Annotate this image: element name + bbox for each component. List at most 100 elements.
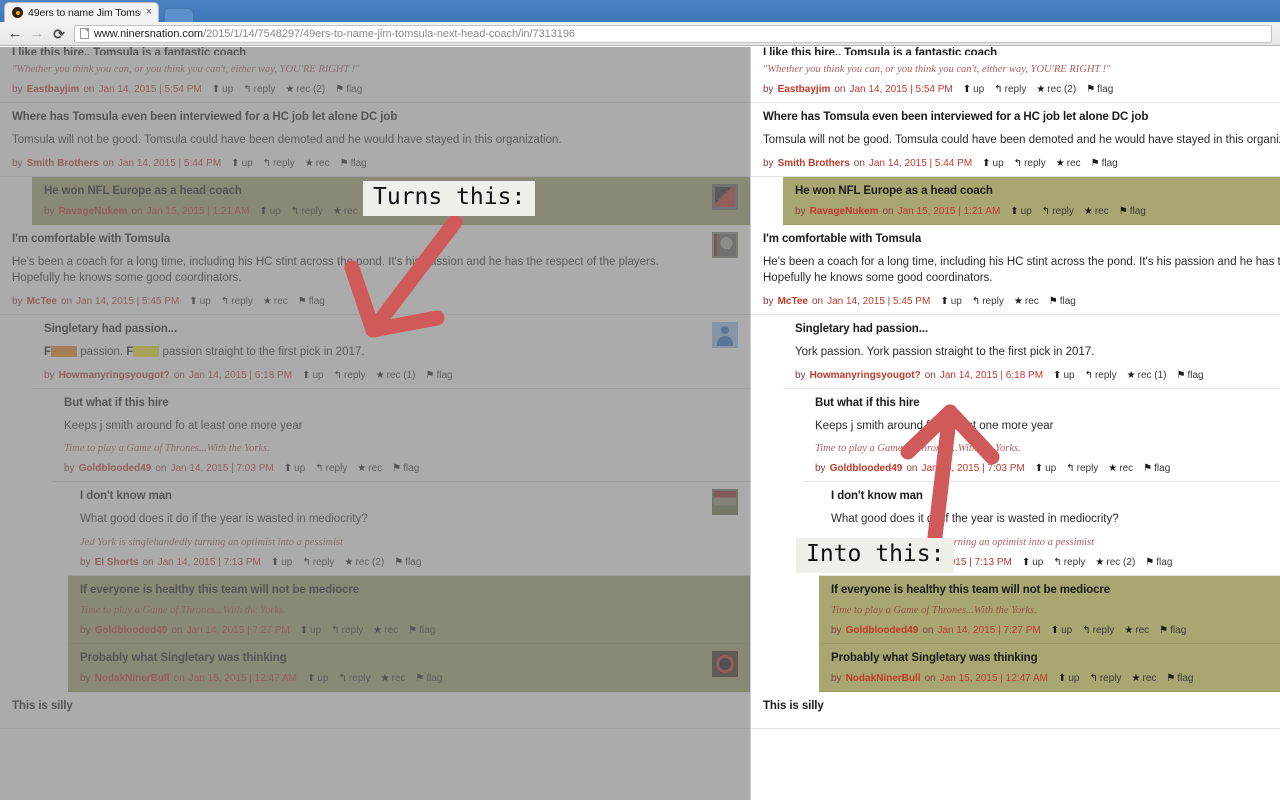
- comment-author[interactable]: Goldblooded49: [95, 625, 168, 636]
- comment[interactable]: I don't know man What good does it do if …: [819, 482, 1280, 577]
- reply-action[interactable]: ↰ reply: [994, 84, 1026, 95]
- upvote-action[interactable]: ⬆ up: [1053, 370, 1075, 381]
- flag-action[interactable]: ⚑ flag: [1119, 206, 1146, 217]
- comment[interactable]: He won NFL Europe as a head coach by Rava…: [783, 176, 1280, 225]
- upvote-action[interactable]: ⬆ up: [189, 296, 211, 307]
- comment-timestamp[interactable]: Jan 14, 2015 | 5:45 PM: [827, 296, 930, 307]
- comment[interactable]: Singletary had passion... F passion. F pa…: [32, 315, 750, 389]
- rec-action[interactable]: ★ rec: [1108, 463, 1133, 474]
- comment-author[interactable]: Smith Brothers: [27, 158, 99, 169]
- forward-arrow-icon[interactable]: →: [28, 25, 46, 43]
- comment-title[interactable]: This is silly: [763, 700, 1280, 712]
- comment-author[interactable]: McTee: [27, 296, 57, 307]
- comment-author[interactable]: Smith Brothers: [778, 158, 850, 169]
- upvote-action[interactable]: ⬆ up: [284, 463, 306, 474]
- comment[interactable]: Where has Tomsula even been interviewed …: [751, 103, 1280, 177]
- flag-action[interactable]: ⚑ flag: [1166, 673, 1193, 684]
- flag-action[interactable]: ⚑ flag: [298, 296, 325, 307]
- comment-title[interactable]: He won NFL Europe as a head coach: [795, 185, 1280, 197]
- back-arrow-icon[interactable]: ←: [6, 25, 24, 43]
- upvote-action[interactable]: ⬆ up: [982, 158, 1004, 169]
- reply-action[interactable]: ↰ reply: [1085, 370, 1117, 381]
- flag-action[interactable]: ⚑ flag: [1145, 557, 1172, 568]
- flag-action[interactable]: ⚑ flag: [335, 84, 362, 95]
- rec-action[interactable]: ★ rec: [1132, 673, 1157, 684]
- upvote-action[interactable]: ⬆ up: [231, 158, 253, 169]
- comment[interactable]: I don't know man What good does it do if …: [68, 482, 750, 577]
- comment[interactable]: Singletary had passion... York passion. Y…: [783, 315, 1280, 389]
- flag-action[interactable]: ⚑ flag: [340, 158, 367, 169]
- reply-action[interactable]: ↰ reply: [338, 673, 370, 684]
- comment-timestamp[interactable]: Jan 15, 2015 | 1:21 AM: [898, 206, 1001, 217]
- comment[interactable]: I like this hire.. Tomsula is a fantasti…: [751, 47, 1280, 103]
- flag-action[interactable]: ⚑ flag: [1049, 296, 1076, 307]
- upvote-action[interactable]: ⬆ up: [300, 625, 322, 636]
- comment[interactable]: He won NFL Europe as a head coach by Rava…: [32, 176, 750, 225]
- comment-timestamp[interactable]: Jan 15, 2015 | 1:21 AM: [147, 206, 250, 217]
- rec-action[interactable]: ★ rec: [1084, 206, 1109, 217]
- comment-author[interactable]: Goldblooded49: [79, 463, 152, 474]
- upvote-action[interactable]: ⬆ up: [1058, 673, 1080, 684]
- rec-action[interactable]: ★ rec: [305, 158, 330, 169]
- rec-action[interactable]: ★ rec (1): [1127, 370, 1167, 381]
- comment-title[interactable]: I'm comfortable with Tomsula: [12, 233, 738, 245]
- comment-author[interactable]: El Shorts: [95, 557, 139, 568]
- comment-timestamp[interactable]: Jan 14, 2015 | 6:18 PM: [189, 370, 292, 381]
- reply-action[interactable]: ↰ reply: [334, 370, 366, 381]
- comment-timestamp[interactable]: Jan 14, 2015 | 6:18 PM: [940, 370, 1043, 381]
- rec-action[interactable]: ★ rec (2): [1036, 84, 1076, 95]
- rec-action[interactable]: ★ rec (1): [376, 370, 416, 381]
- reply-action[interactable]: ↰ reply: [331, 625, 363, 636]
- comment-timestamp[interactable]: Jan 14, 2015 | 7:27 PM: [937, 625, 1040, 636]
- rec-action[interactable]: ★ rec: [263, 296, 288, 307]
- comment-timestamp[interactable]: Jan 14, 2015 | 5:44 PM: [869, 158, 972, 169]
- comment-title[interactable]: Probably what Singletary was thinking: [831, 652, 1280, 664]
- reply-action[interactable]: ↰ reply: [1042, 206, 1074, 217]
- comment-timestamp[interactable]: Jan 14, 2015 | 7:13 PM: [909, 557, 1012, 568]
- rec-action[interactable]: ★ rec: [1056, 158, 1081, 169]
- comment-author[interactable]: RavageNukem: [59, 206, 128, 217]
- comment-timestamp[interactable]: Jan 14, 2015 | 7:03 PM: [170, 463, 273, 474]
- comment-author[interactable]: NodakNinerBull: [95, 673, 170, 684]
- upvote-action[interactable]: ⬆ up: [259, 206, 281, 217]
- upvote-action[interactable]: ⬆ up: [271, 557, 293, 568]
- flag-action[interactable]: ⚑ flag: [394, 557, 421, 568]
- rec-action[interactable]: ★ rec: [1014, 296, 1039, 307]
- comment[interactable]: If everyone is healthy this team will no…: [819, 576, 1280, 645]
- flag-action[interactable]: ⚑ flag: [1177, 370, 1204, 381]
- comment-timestamp[interactable]: Jan 14, 2015 | 7:13 PM: [158, 557, 261, 568]
- address-bar[interactable]: www.ninersnation.com/2015/1/14/7548297/4…: [74, 24, 1272, 43]
- browser-tab[interactable]: 49ers to name Jim Tomsul ×: [4, 2, 159, 22]
- comment-title[interactable]: Singletary had passion...: [44, 323, 738, 335]
- upvote-action[interactable]: ⬆ up: [963, 84, 985, 95]
- flag-action[interactable]: ⚑ flag: [408, 625, 435, 636]
- comment-author[interactable]: Goldblooded49: [846, 625, 919, 636]
- comment[interactable]: I like this hire.. Tomsula is a fantasti…: [0, 47, 750, 103]
- comment-title[interactable]: I don't know man: [80, 490, 738, 502]
- flag-action[interactable]: ⚑ flag: [1091, 158, 1118, 169]
- reply-action[interactable]: ↰ reply: [263, 158, 295, 169]
- flag-action[interactable]: ⚑ flag: [426, 370, 453, 381]
- new-tab-button[interactable]: [164, 8, 194, 22]
- reply-action[interactable]: ↰ reply: [1014, 158, 1046, 169]
- comment-author[interactable]: McTee: [778, 296, 808, 307]
- upvote-action[interactable]: ⬆ up: [940, 296, 962, 307]
- comment-title[interactable]: I'm comfortable with Tomsula: [763, 233, 1280, 245]
- upvote-action[interactable]: ⬆ up: [307, 673, 329, 684]
- comment[interactable]: I'm comfortable with Tomsula He's been a …: [0, 224, 750, 316]
- flag-action[interactable]: ⚑ flag: [1159, 625, 1186, 636]
- comment-timestamp[interactable]: Jan 15, 2015 | 12:47 AM: [940, 673, 1048, 684]
- comment[interactable]: If everyone is healthy this team will no…: [68, 576, 750, 645]
- comment-title[interactable]: Singletary had passion...: [795, 323, 1280, 335]
- comment-title[interactable]: If everyone is healthy this team will no…: [80, 584, 738, 596]
- reply-action[interactable]: ↰ reply: [221, 296, 253, 307]
- comment[interactable]: Probably what Singletary was thinking by …: [819, 644, 1280, 693]
- comment-author[interactable]: RavageNukem: [810, 206, 879, 217]
- comment-timestamp[interactable]: Jan 14, 2015 | 5:44 PM: [118, 158, 221, 169]
- comment-author[interactable]: Howmanyringsyougot?: [810, 370, 921, 381]
- flag-action[interactable]: ⚑ flag: [1086, 84, 1113, 95]
- reply-action[interactable]: ↰ reply: [315, 463, 347, 474]
- comment-author[interactable]: NodakNinerBull: [846, 673, 921, 684]
- comment-author[interactable]: Goldblooded49: [830, 463, 903, 474]
- comment[interactable]: Probably what Singletary was thinking by …: [68, 644, 750, 693]
